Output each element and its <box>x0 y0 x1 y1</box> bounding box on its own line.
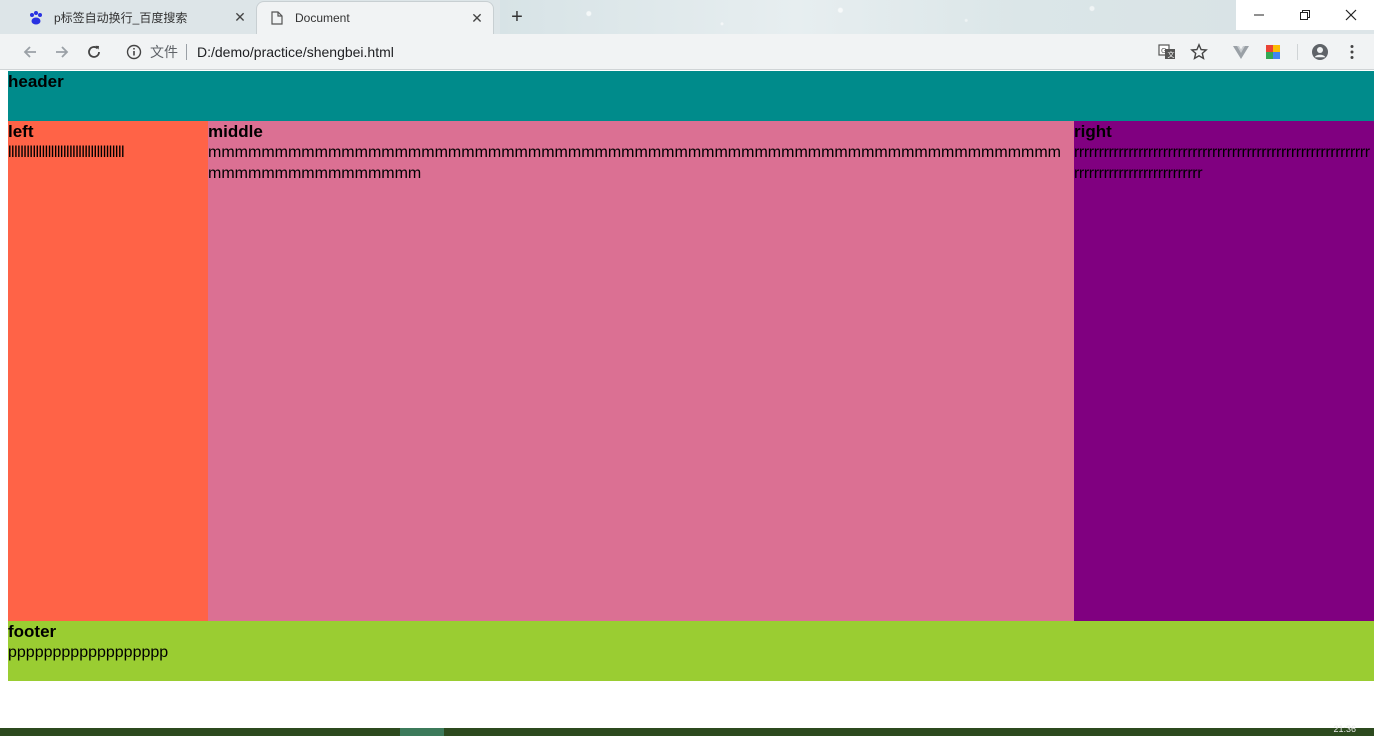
left-text: llllllllllllllllllllllllllllllllllllll <box>8 144 125 161</box>
back-arrow-icon <box>23 46 36 58</box>
close-window-button[interactable] <box>1328 0 1374 30</box>
tab-strip-background <box>500 0 1240 34</box>
header-block: header <box>8 71 1374 121</box>
middle-text: mmmmmmmmmmmmmmmmmmmmmmmmmmmmmmmmmmmmmmmm… <box>208 144 1061 182</box>
close-tab-icon[interactable]: ✕ <box>232 9 248 26</box>
taskbar-active-app[interactable] <box>400 728 444 736</box>
tab-strip: p标签自动换行_百度搜索 ✕ Document ✕ + <box>0 0 1374 34</box>
toolbar-divider <box>1297 44 1298 60</box>
browser-toolbar: 文件 D:/demo/practice/shengbei.html G 文 <box>0 34 1374 70</box>
reload-icon <box>88 45 100 58</box>
footer-text: pppppppppppppppppp <box>8 644 169 661</box>
footer-block: footer pppppppppppppppppp <box>8 621 1374 681</box>
minimize-icon <box>1254 14 1264 16</box>
vue-devtools-icon[interactable] <box>1231 42 1251 62</box>
menu-kebab-icon[interactable] <box>1342 42 1362 62</box>
svg-text:G: G <box>1161 47 1166 55</box>
middle-title: middle <box>208 122 263 141</box>
reload-button[interactable] <box>82 40 106 64</box>
restore-button[interactable] <box>1282 0 1328 30</box>
info-icon[interactable] <box>126 44 142 60</box>
forward-button[interactable] <box>50 40 74 64</box>
back-button[interactable] <box>18 40 42 64</box>
left-title: left <box>8 122 34 141</box>
tab-baidu-search[interactable]: p标签自动换行_百度搜索 ✕ <box>16 1 256 34</box>
url-text[interactable]: D:/demo/practice/shengbei.html <box>197 44 394 60</box>
tab-title: p标签自动换行_百度搜索 <box>54 11 188 25</box>
tab-document[interactable]: Document ✕ <box>256 1 494 34</box>
os-taskbar: 21:36 <box>0 724 1374 736</box>
right-column: right rrrrrrrrrrrrrrrrrrrrrrrrrrrrrrrrrr… <box>1074 121 1374 621</box>
footer-title: footer <box>8 622 57 641</box>
baidu-paw-icon <box>28 10 44 26</box>
close-tab-icon[interactable]: ✕ <box>469 10 485 26</box>
profile-icon[interactable] <box>1310 42 1330 62</box>
taskbar-clock: 21:36 <box>1333 724 1356 734</box>
left-column: left lllllllllllllllllllllllllllllllllll… <box>8 121 208 621</box>
address-bar[interactable]: 文件 D:/demo/practice/shengbei.html <box>118 38 1218 66</box>
security-label: 文件 <box>150 44 178 60</box>
right-text: rrrrrrrrrrrrrrrrrrrrrrrrrrrrrrrrrrrrrrrr… <box>1074 144 1370 182</box>
restore-icon <box>1300 10 1310 20</box>
main-row: left lllllllllllllllllllllllllllllllllll… <box>8 121 1374 621</box>
page-content: header left llllllllllllllllllllllllllll… <box>8 71 1374 681</box>
right-title: right <box>1074 122 1112 141</box>
minimize-button[interactable] <box>1236 0 1282 30</box>
middle-column: middle mmmmmmmmmmmmmmmmmmmmmmmmmmmmmmmmm… <box>208 121 1074 621</box>
forward-arrow-icon <box>56 46 69 58</box>
divider <box>186 44 187 60</box>
bookmark-star-icon[interactable] <box>1189 42 1209 62</box>
svg-text:文: 文 <box>1168 50 1175 59</box>
close-icon <box>1345 9 1357 21</box>
header-title: header <box>8 72 64 91</box>
translate-icon[interactable]: G 文 <box>1157 42 1177 62</box>
document-icon <box>269 10 285 26</box>
new-tab-button[interactable]: + <box>506 6 528 28</box>
extension-color-icon[interactable] <box>1263 42 1283 62</box>
tab-title: Document <box>295 11 350 25</box>
